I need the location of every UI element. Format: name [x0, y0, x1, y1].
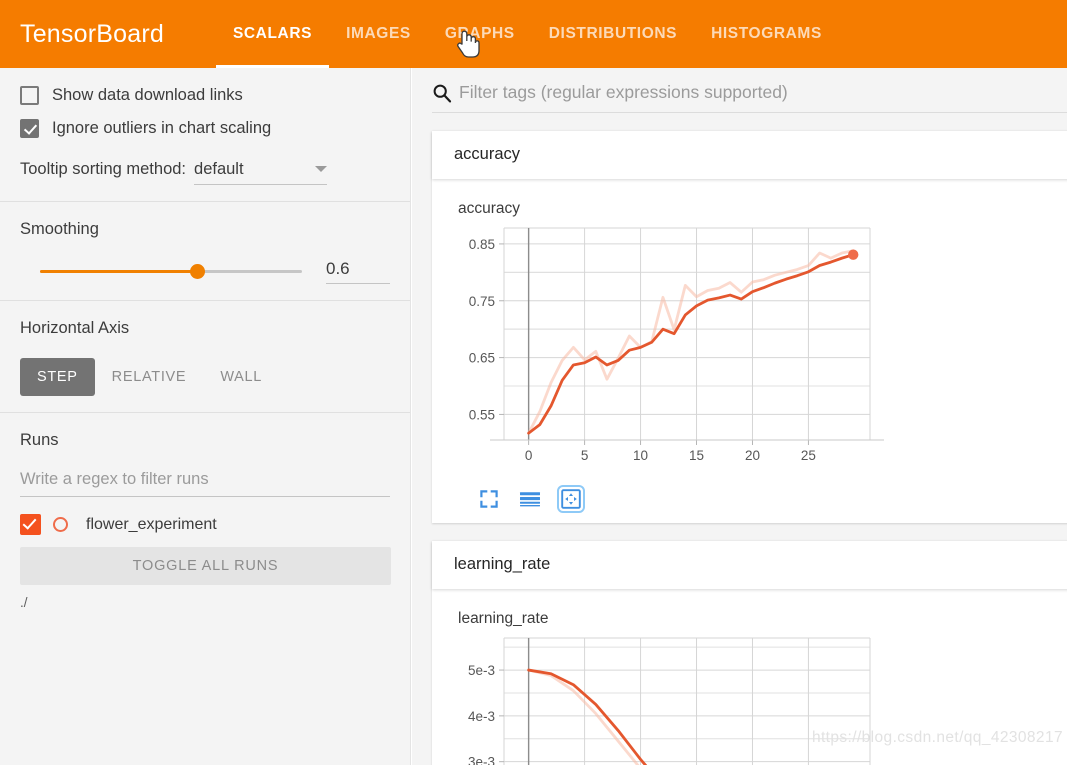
- smoothing-row: 0.6: [20, 259, 390, 284]
- tooltip-sorting-label: Tooltip sorting method:: [20, 160, 187, 178]
- tab-scalars[interactable]: SCALARS: [215, 0, 330, 68]
- svg-text:0: 0: [525, 448, 533, 463]
- tab-histograms[interactable]: HISTOGRAMS: [694, 0, 839, 68]
- runs-section: Runs Write a regex to filter runs flower…: [0, 413, 410, 626]
- checkbox-label: Ignore outliers in chart scaling: [52, 119, 272, 137]
- tab-label: HISTOGRAMS: [711, 25, 822, 42]
- tag-filter-placeholder: Filter tags (regular expressions support…: [459, 82, 788, 102]
- horizontal-axis-options: STEP RELATIVE WALL: [20, 358, 390, 396]
- runs-filter-input[interactable]: Write a regex to filter runs: [20, 470, 390, 497]
- axis-option-relative[interactable]: RELATIVE: [95, 358, 204, 396]
- svg-text:0.55: 0.55: [469, 407, 495, 422]
- svg-text:0.75: 0.75: [469, 294, 495, 309]
- fullscreen-expand-icon[interactable]: [479, 489, 499, 509]
- checkbox-box[interactable]: [20, 119, 39, 138]
- slider-fill: [40, 270, 198, 273]
- svg-text:3e-3: 3e-3: [468, 755, 495, 765]
- search-icon: [433, 84, 452, 102]
- checkbox-show-data-download-links[interactable]: Show data download links: [20, 86, 390, 105]
- toggle-all-runs-button[interactable]: TOGGLE ALL RUNS: [20, 547, 391, 585]
- svg-text:25: 25: [801, 448, 816, 463]
- card-header-label: learning_rate: [454, 555, 551, 573]
- tooltip-sorting-row: Tooltip sorting method: default: [20, 160, 390, 185]
- card-header-learning-rate[interactable]: learning_rate: [432, 541, 1067, 589]
- chart-learning-rate[interactable]: 5e-3 4e-3 3e-3: [442, 628, 1067, 765]
- svg-text:20: 20: [745, 448, 760, 463]
- checkbox-label: Show data download links: [52, 86, 243, 104]
- svg-text:0.85: 0.85: [469, 237, 495, 252]
- logdir-label: ./: [20, 595, 28, 610]
- tab-label: GRAPHS: [444, 25, 515, 42]
- smoothing-section: Smoothing 0.6: [0, 202, 410, 300]
- tab-label: SCALARS: [232, 25, 313, 42]
- runs-title: Runs: [20, 431, 59, 449]
- card-body-accuracy: accuracy 0.55 0.65 0.75 0.85 0 5 10 15 20 25: [432, 179, 1067, 523]
- chart-accuracy[interactable]: 0.55 0.65 0.75 0.85 0 5 10 15 20 25: [442, 218, 1067, 483]
- tab-label: DISTRIBUTIONS: [548, 25, 678, 42]
- chart-title-learning-rate: learning_rate: [458, 610, 549, 627]
- accuracy-plot-svg: 0.55 0.65 0.75 0.85 0 5 10 15 20 25: [469, 227, 884, 463]
- tooltip-sorting-select[interactable]: default: [194, 160, 328, 185]
- checkbox-box[interactable]: [20, 86, 39, 105]
- smoothing-slider[interactable]: [40, 264, 302, 279]
- chevron-down-icon: [315, 165, 328, 172]
- horizontal-axis-title: Horizontal Axis: [20, 319, 130, 337]
- checkbox-ignore-outliers[interactable]: Ignore outliers in chart scaling: [20, 119, 390, 138]
- svg-text:4e-3: 4e-3: [468, 709, 495, 724]
- run-item-flower-experiment[interactable]: flower_experiment: [20, 514, 390, 535]
- axis-option-label: RELATIVE: [111, 369, 187, 385]
- card-accuracy: accuracy accuracy 0.55 0.65 0.75 0.85 0 5 10 15…: [432, 131, 1067, 523]
- card-learning-rate: learning_rate learning_rate 5e-3 4e-3 3e-3: [432, 541, 1067, 765]
- data-series-lines-icon[interactable]: [519, 489, 541, 509]
- main-content: Filter tags (regular expressions support…: [412, 68, 1067, 765]
- tab-distributions[interactable]: DISTRIBUTIONS: [532, 0, 694, 68]
- svg-text:10: 10: [633, 448, 648, 463]
- tooltip-sorting-value: default: [194, 160, 244, 178]
- svg-text:5: 5: [581, 448, 589, 463]
- tab-graphs[interactable]: GRAPHS: [428, 0, 532, 68]
- learning-rate-plot-svg: 5e-3 4e-3 3e-3: [468, 637, 871, 765]
- card-header-label: accuracy: [454, 145, 521, 163]
- settings-sidebar: Show data download links Ignore outliers…: [0, 68, 411, 765]
- smoothing-title: Smoothing: [20, 220, 99, 238]
- axis-option-wall[interactable]: WALL: [203, 358, 279, 396]
- tab-label: IMAGES: [346, 25, 411, 42]
- axis-option-step[interactable]: STEP: [20, 358, 95, 396]
- main-tabs: SCALARS IMAGES GRAPHS DISTRIBUTIONS HIST…: [215, 0, 839, 68]
- run-color-swatch-icon: [53, 517, 68, 532]
- tensorboard-app: TensorBoard SCALARS IMAGES GRAPHS DISTRI…: [0, 0, 1067, 765]
- tab-images[interactable]: IMAGES: [329, 0, 428, 68]
- svg-text:15: 15: [689, 448, 704, 463]
- chart-title-accuracy: accuracy: [458, 200, 521, 217]
- card-header-accuracy[interactable]: accuracy: [432, 131, 1067, 179]
- reset-zoom-icon[interactable]: [557, 485, 585, 513]
- horizontal-axis-section: Horizontal Axis STEP RELATIVE WALL: [0, 301, 410, 412]
- display-options-section: Show data download links Ignore outliers…: [0, 68, 410, 201]
- run-checkbox[interactable]: [20, 514, 41, 535]
- chart-toolbar-accuracy: [432, 483, 1067, 523]
- tag-filter-bar[interactable]: Filter tags (regular expressions support…: [432, 82, 1067, 113]
- axis-option-label: WALL: [220, 369, 263, 385]
- card-body-learning-rate: learning_rate 5e-3 4e-3 3e-3: [432, 589, 1067, 765]
- smoothing-value-input[interactable]: 0.6: [326, 259, 390, 284]
- svg-text:0.65: 0.65: [469, 351, 495, 366]
- slider-thumb[interactable]: [189, 264, 205, 279]
- app-title: TensorBoard: [20, 19, 164, 48]
- svg-text:5e-3: 5e-3: [468, 663, 495, 678]
- axis-option-label: STEP: [37, 369, 78, 385]
- top-app-bar: TensorBoard SCALARS IMAGES GRAPHS DISTRI…: [0, 0, 1067, 68]
- run-label: flower_experiment: [86, 515, 217, 533]
